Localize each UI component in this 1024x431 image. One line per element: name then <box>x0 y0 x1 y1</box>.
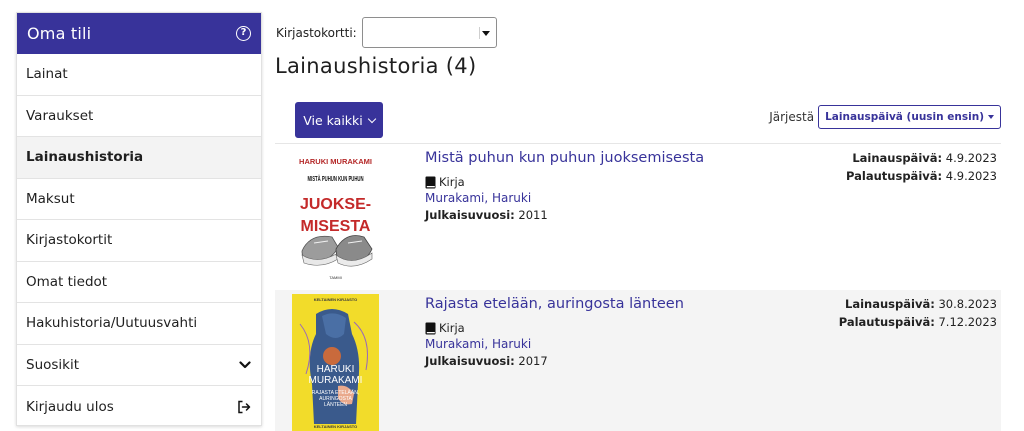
book-cover[interactable]: KELTAINEN KIRJASTO HARUKI MURAKAMI RAJAS… <box>292 294 379 431</box>
cover-title-big1: JUOKSE- <box>300 196 371 213</box>
return-date-label: Palautuspäivä: <box>838 314 935 329</box>
sidebar-item-hakuhistoria[interactable]: Hakuhistoria/Uutuusvahti <box>17 303 261 345</box>
sidebar-item-kirjastokortit[interactable]: Kirjastokortit <box>17 220 261 262</box>
return-date-value: 4.9.2023 <box>945 168 997 183</box>
account-sidebar: Oma tili ? Lainat Varaukset Lainaushisto… <box>16 12 262 426</box>
cover-title-big2: MISESTA <box>301 218 371 235</box>
sort-value: Lainauspäivä (uusin ensin) <box>825 111 984 123</box>
export-all-button[interactable]: Vie kaikki <box>295 102 383 138</box>
select-separator <box>478 27 480 39</box>
caret-down-icon <box>988 115 994 119</box>
publication-year: Julkaisuvuosi: 2011 <box>425 208 548 222</box>
sidebar-item-label: Lainat <box>26 66 68 83</box>
sidebar-item-lainat[interactable]: Lainat <box>17 54 261 96</box>
chevron-down-icon <box>367 114 376 123</box>
year-label: Julkaisuvuosi: <box>425 354 515 368</box>
cover-title-top: MISTÄ PUHUN KUN PUHUN <box>308 174 364 183</box>
chevron-down-icon <box>239 359 251 371</box>
cover-sub1: RAJASTA ETELÄÄN, <box>312 389 359 396</box>
loan-date-value: 4.9.2023 <box>945 151 997 165</box>
sidebar-item-label: Suosikit <box>26 356 80 373</box>
return-date-label: Palautuspäivä: <box>846 168 943 183</box>
cover-author1: HARUKI <box>317 364 355 375</box>
cover-publisher: TAMMI <box>329 275 342 280</box>
sidebar-item-label: Varaukset <box>26 107 94 124</box>
cover-series-top: KELTAINEN KIRJASTO <box>314 297 358 302</box>
publication-year: Julkaisuvuosi: 2017 <box>425 354 548 368</box>
help-icon[interactable]: ? <box>236 26 251 41</box>
sidebar-header: Oma tili ? <box>17 13 261 54</box>
library-card-label: Kirjastokortti: <box>276 25 357 40</box>
sidebar-item-maksut[interactable]: Maksut <box>17 179 261 220</box>
year-value: 2011 <box>518 208 548 222</box>
logout-icon <box>237 400 251 414</box>
book-cover[interactable]: HARUKI MURAKAMI MISTÄ PUHUN KUN PUHUN JU… <box>292 151 379 283</box>
format-row: Kirja <box>425 175 465 189</box>
loan-dates: Lainauspäivä: 30.8.2023 Palautuspäivä: 7… <box>839 296 997 331</box>
cover-author2: MURAKAMI <box>309 375 363 386</box>
library-card-select[interactable] <box>361 17 497 48</box>
cover-author: HARUKI MURAKAMI <box>299 157 372 166</box>
sidebar-title: Oma tili <box>27 24 92 43</box>
sidebar-item-lainaushistoria[interactable]: Lainaushistoria <box>17 137 261 179</box>
format-row: Kirja <box>425 321 465 335</box>
book-icon <box>425 176 436 189</box>
loan-history-item: KELTAINEN KIRJASTO HARUKI MURAKAMI RAJAS… <box>275 290 1001 431</box>
book-title-link[interactable]: Rajasta etelään, auringosta länteen <box>425 296 684 312</box>
book-title-link[interactable]: Mistä puhun kun puhun juoksemisesta <box>425 150 704 166</box>
sidebar-item-varaukset[interactable]: Varaukset <box>17 96 261 137</box>
year-label: Julkaisuvuosi: <box>425 208 515 222</box>
sidebar-item-label: Kirjaudu ulos <box>26 398 114 415</box>
page-title: Lainaushistoria (4) <box>275 54 477 78</box>
sidebar-item-label: Hakuhistoria/Uutuusvahti <box>26 315 198 332</box>
sidebar-item-suosikit[interactable]: Suosikit <box>17 345 261 386</box>
sort-select[interactable]: Lainauspäivä (uusin ensin) <box>818 105 1001 129</box>
format-label: Kirja <box>439 321 465 335</box>
loan-date-label: Lainauspäivä: <box>845 297 935 311</box>
sort-control: Järjestä Lainauspäivä (uusin ensin) <box>769 105 1001 129</box>
cover-sub3: LÄNTEEN <box>324 401 347 408</box>
caret-down-icon <box>481 31 490 36</box>
sidebar-item-label: Kirjastokortit <box>26 232 113 249</box>
format-label: Kirja <box>439 175 465 189</box>
loan-history-item: HARUKI MURAKAMI MISTÄ PUHUN KUN PUHUN JU… <box>275 144 1001 289</box>
sort-label: Järjestä <box>769 110 815 124</box>
year-value: 2017 <box>518 354 548 368</box>
library-card-selector: Kirjastokortti: <box>276 17 497 48</box>
author-link[interactable]: Murakami, Haruki <box>425 337 531 351</box>
sidebar-item-omat-tiedot[interactable]: Omat tiedot <box>17 262 261 303</box>
sidebar-item-label: Lainaushistoria <box>26 149 144 166</box>
loan-date-label: Lainauspäivä: <box>852 151 943 165</box>
cover-series-bottom: KELTAINEN KIRJASTO <box>314 424 358 429</box>
book-icon <box>425 322 436 335</box>
loan-date-value: 30.8.2023 <box>938 297 997 311</box>
sidebar-item-kirjaudu-ulos[interactable]: Kirjaudu ulos <box>17 386 261 428</box>
export-all-label: Vie kaikki <box>303 112 363 128</box>
return-date-value: 7.12.2023 <box>938 314 997 329</box>
sidebar-item-label: Maksut <box>26 190 75 207</box>
loan-dates: Lainauspäivä: 4.9.2023 Palautuspäivä: 4.… <box>846 150 997 185</box>
author-link[interactable]: Murakami, Haruki <box>425 191 531 205</box>
sidebar-item-label: Omat tiedot <box>26 273 108 290</box>
